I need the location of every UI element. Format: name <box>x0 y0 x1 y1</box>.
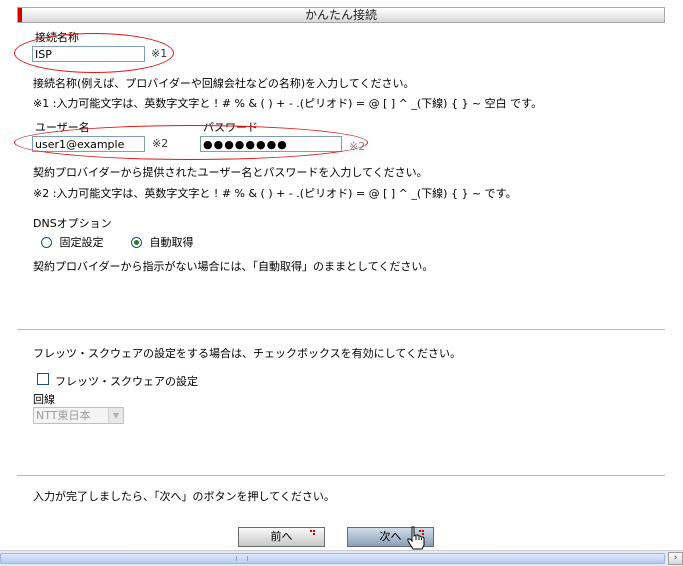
dns-auto-label: 自動取得 <box>149 236 194 249</box>
prev-button-label: 前へ <box>270 530 293 543</box>
credentials-note: ※2 :入力可能文字は、英数字文字と ! # % & ( ) + - .(ピリオ… <box>33 187 517 200</box>
scroll-right-arrow-icon[interactable]: › <box>668 552 683 565</box>
line-select[interactable]: NTT東日本 ▼ <box>33 407 124 424</box>
connection-name-note: ※1 :入力可能文字は、英数字文字と ! # % & ( ) + - .(ピリオ… <box>33 97 543 110</box>
dns-help: 契約プロバイダーから指示がない場合には、「自動取得」のままとしてください。 <box>33 260 434 273</box>
password-note-mark: ※2 <box>349 140 366 153</box>
dns-auto-radio[interactable] <box>131 237 142 248</box>
connection-name-label: 接続名称 <box>35 31 79 44</box>
username-label: ユーザー名 <box>35 121 90 134</box>
dns-option-fixed[interactable]: 固定設定 <box>41 234 104 250</box>
footer-instruction: 入力が完了しましたら、「次へ」のボタンを押してください。 <box>33 490 335 503</box>
dns-option-auto[interactable]: 自動取得 <box>131 234 194 250</box>
connection-name-help: 接続名称(例えば、プロバイダーや回線会社などの名称)を入力してください。 <box>33 77 415 90</box>
flets-checkbox[interactable] <box>37 373 49 385</box>
page-header: かんたん接続 <box>17 7 665 23</box>
red-dots-icon <box>310 530 316 536</box>
prev-button[interactable]: 前へ <box>238 527 325 547</box>
chevron-down-icon: ▼ <box>108 408 123 423</box>
dns-fixed-label: 固定設定 <box>59 236 104 249</box>
flets-checkbox-label: フレッツ・スクウェアの設定 <box>55 375 198 388</box>
scrollbar-thumb[interactable] <box>0 553 665 564</box>
line-label: 回線 <box>33 393 55 406</box>
footer-divider <box>17 475 665 477</box>
dns-fixed-radio[interactable] <box>41 237 52 248</box>
credentials-help: 契約プロバイダーから提供されたユーザー名とパスワードを入力してください。 <box>33 166 428 179</box>
hand-cursor-icon <box>407 526 425 550</box>
horizontal-scrollbar[interactable]: › <box>0 550 683 566</box>
username-input[interactable] <box>32 136 145 152</box>
section-divider <box>17 329 665 331</box>
password-label: パスワード <box>203 121 258 134</box>
connection-name-note-mark: ※1 <box>151 47 168 60</box>
password-input[interactable] <box>200 136 342 152</box>
next-button-label: 次へ <box>379 530 402 543</box>
flets-instruction: フレッツ・スクウェアの設定をする場合は、チェックボックスを有効にしてください。 <box>33 347 462 360</box>
dns-option-label: DNSオプション <box>33 217 112 230</box>
username-note-mark: ※2 <box>152 137 169 150</box>
page-title: かんたん接続 <box>304 8 377 22</box>
connection-name-input[interactable] <box>32 46 145 62</box>
scrollbar-grip-icon <box>236 556 248 561</box>
line-select-value: NTT東日本 <box>36 409 91 422</box>
